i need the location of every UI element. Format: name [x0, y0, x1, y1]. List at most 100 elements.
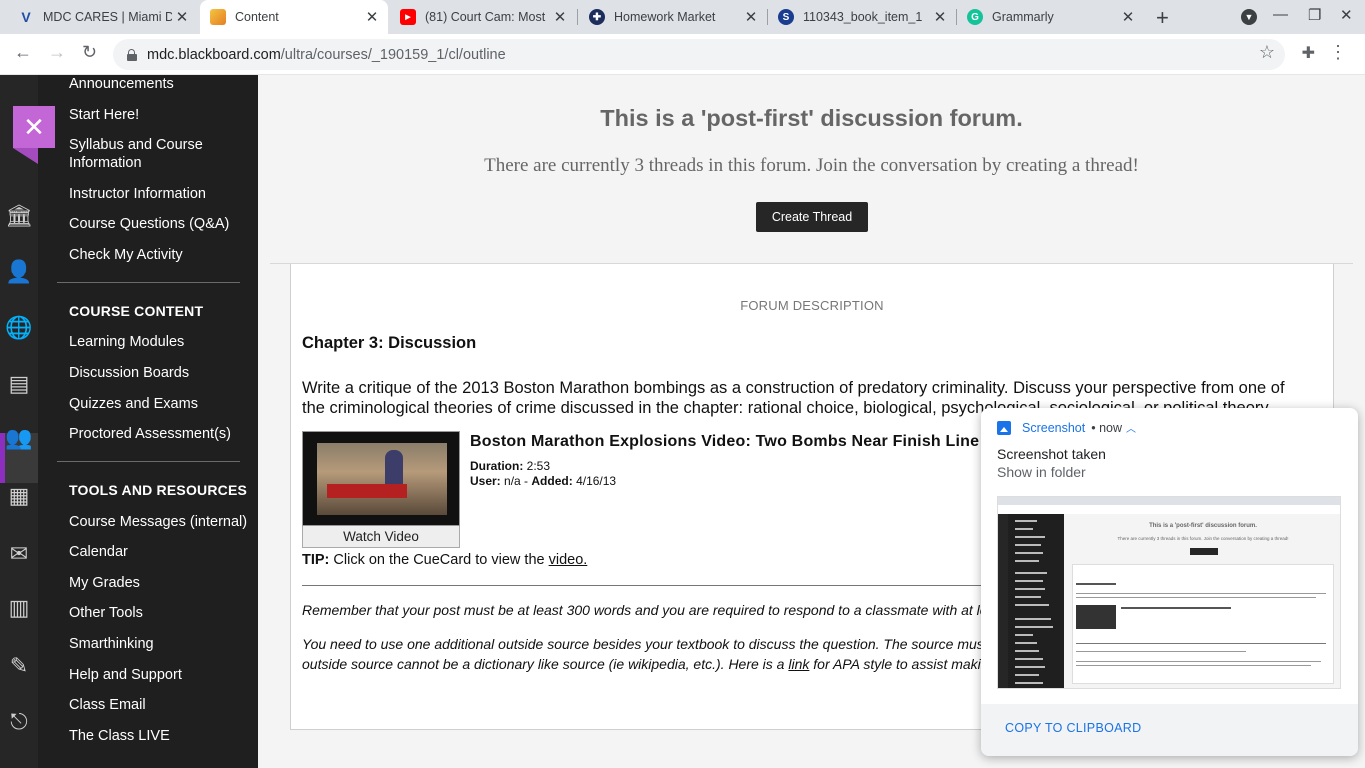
course-menu-item-proctored[interactable]: Proctored Assessment(s) [69, 425, 231, 443]
document-s-icon: S [778, 9, 794, 25]
grammarly-icon: G [967, 9, 983, 25]
back-arrow-icon[interactable]: ← [14, 42, 32, 63]
course-menu-item-announcements[interactable]: Announcements [69, 75, 174, 93]
sign-out-icon[interactable]: ⎋ [0, 709, 38, 735]
course-menu-item-discussion-boards[interactable]: Discussion Boards [69, 364, 189, 382]
tab-strip: V MDC CARES | Miami D ✕ Content ✕ ▶ (81)… [0, 0, 1365, 34]
tab-title: (81) Court Cam: Most [425, 10, 546, 24]
chapter-title: Chapter 3: Discussion [302, 334, 477, 352]
new-tab-plus-icon[interactable]: + [1156, 5, 1169, 31]
institution-icon[interactable]: 🏛 [0, 203, 38, 229]
apa-style-link[interactable]: link [788, 656, 809, 672]
notification-title: Screenshot taken [997, 446, 1106, 462]
tab-homework-market[interactable]: ✚ Homework Market ✕ [579, 0, 767, 34]
course-menu-divider [57, 461, 240, 462]
video-cuecard[interactable]: Watch Video [302, 431, 462, 549]
browser-menu-icon[interactable]: ⋮ [1329, 42, 1347, 63]
source-note-text: outside source cannot be a dictionary li… [302, 656, 785, 672]
close-icon[interactable]: ✕ [362, 8, 382, 26]
course-menu-item-activity[interactable]: Check My Activity [69, 246, 183, 264]
close-icon[interactable]: ✕ [1118, 8, 1138, 26]
course-menu-item-class-email[interactable]: Class Email [69, 696, 146, 714]
cuecard-tip: TIP: Click on the CueCard to view the vi… [302, 552, 587, 568]
forum-description-label: FORUM DESCRIPTION [740, 298, 884, 313]
watch-video-button[interactable]: Watch Video [302, 526, 460, 548]
extensions-puzzle-icon[interactable]: ✚ [1302, 43, 1315, 63]
edit-icon[interactable]: ✎ [0, 653, 38, 679]
screenshot-preview[interactable]: This is a 'post-first' discussion forum.… [997, 496, 1341, 689]
course-menu-divider [57, 282, 240, 283]
tab-title: MDC CARES | Miami D [43, 10, 172, 24]
create-thread-button[interactable]: Create Thread [756, 202, 868, 232]
global-nav-rail: 🏛 👤 🌐 ▤ 👥 ▦ ✉ ▥ ✎ ⎋ [0, 75, 38, 768]
url-path: /ultra/courses/_190159_1/cl/outline [280, 46, 506, 63]
tip-text: Click on the CueCard to view the [333, 552, 545, 568]
close-icon[interactable]: ✕ [172, 8, 192, 26]
courses-icon[interactable]: ▤ [0, 371, 38, 397]
course-menu-item-class-live[interactable]: The Class LIVE [69, 727, 170, 745]
minimize-icon[interactable]: — [1273, 6, 1288, 23]
tip-label: TIP: [302, 552, 330, 568]
tab-content[interactable]: Content ✕ [200, 0, 388, 34]
tab-title: 110343_book_item_1 [803, 10, 923, 24]
close-icon: ✕ [23, 111, 45, 142]
tab-mdc-cares[interactable]: V MDC CARES | Miami D ✕ [8, 0, 198, 34]
groups-icon[interactable]: 👥 [0, 425, 38, 451]
bookmark-star-icon[interactable]: ☆ [1259, 42, 1275, 63]
show-in-folder-link[interactable]: Show in folder [997, 464, 1086, 480]
tab-book-item[interactable]: S 110343_book_item_1 ✕ [768, 0, 956, 34]
messages-icon[interactable]: ✉ [0, 541, 38, 567]
video-title[interactable]: Boston Marathon Explosions Video: Two Bo… [470, 433, 979, 451]
course-menu-item-questions[interactable]: Course Questions (Q&A) [69, 215, 229, 233]
mdc-favicon-icon: V [21, 9, 31, 25]
notification-actions: COPY TO CLIPBOARD [981, 704, 1358, 756]
grades-icon[interactable]: ▥ [0, 595, 38, 621]
video-user-added: User: n/a - Added: 4/16/13 [470, 474, 617, 488]
reload-icon[interactable]: ↻ [82, 42, 97, 63]
tab-title: Homework Market [614, 10, 716, 24]
video-thumbnail[interactable] [302, 431, 460, 526]
course-menu-item-learning-modules[interactable]: Learning Modules [69, 333, 184, 351]
profile-icon[interactable]: 👤 [0, 259, 38, 285]
video-duration: Duration: 2:53 [470, 459, 550, 473]
close-icon[interactable]: ✕ [550, 8, 570, 26]
course-menu-item-other-tools[interactable]: Other Tools [69, 604, 143, 622]
notification-time-value: now [1099, 420, 1123, 435]
tab-divider [577, 9, 578, 25]
course-menu-item-calendar[interactable]: Calendar [69, 543, 128, 561]
notification-time: • now [1091, 420, 1123, 435]
copy-to-clipboard-button[interactable]: COPY TO CLIPBOARD [1005, 721, 1141, 735]
course-menu-item-help[interactable]: Help and Support [69, 666, 182, 684]
tools-resources-heading: TOOLS AND RESOURCES [69, 482, 248, 498]
close-icon[interactable]: ✕ [930, 8, 950, 26]
added-value: 4/16/13 [576, 474, 617, 488]
restore-icon[interactable]: ❐ [1308, 6, 1321, 24]
course-menu-item-instructor[interactable]: Instructor Information [69, 185, 206, 203]
close-icon[interactable]: ✕ [741, 8, 761, 26]
screenshot-notification[interactable]: Screenshot • now ︿ Screenshot taken Show… [981, 408, 1358, 756]
course-menu-item-syllabus[interactable]: Syllabus and Course Information [69, 136, 229, 172]
course-menu-item-messages[interactable]: Course Messages (internal) [69, 513, 247, 531]
course-menu-item-grades[interactable]: My Grades [69, 574, 140, 592]
course-menu-item-smarthinking[interactable]: Smarthinking [69, 635, 154, 653]
tab-title: Grammarly [992, 10, 1054, 24]
tab-title: Content [235, 10, 279, 24]
course-menu-item-quizzes[interactable]: Quizzes and Exams [69, 395, 198, 413]
window-close-icon[interactable]: ✕ [1340, 6, 1353, 24]
url-host: mdc.blackboard.com [147, 46, 281, 63]
address-bar[interactable]: mdc.blackboard.com/ultra/courses/_190159… [113, 39, 1285, 70]
tab-grammarly[interactable]: G Grammarly ✕ [957, 0, 1144, 34]
video-link[interactable]: video. [549, 552, 588, 568]
globe-icon[interactable]: 🌐 [0, 315, 38, 341]
close-course-button[interactable]: ✕ [13, 106, 55, 148]
course-menu-item-start-here[interactable]: Start Here! [69, 106, 139, 124]
forward-arrow-icon[interactable]: → [48, 42, 66, 63]
duration-value: 2:53 [526, 459, 551, 473]
tab-court-cam[interactable]: ▶ (81) Court Cam: Most ✕ [390, 0, 576, 34]
added-label: Added: [531, 474, 573, 488]
screenshot-app-icon [997, 420, 1011, 435]
chevron-up-icon[interactable]: ︿ [1126, 420, 1136, 435]
user-value: n/a [504, 474, 521, 488]
calendar-icon[interactable]: ▦ [0, 483, 38, 509]
tab-search-chevron-icon[interactable]: ▼ [1241, 9, 1257, 25]
